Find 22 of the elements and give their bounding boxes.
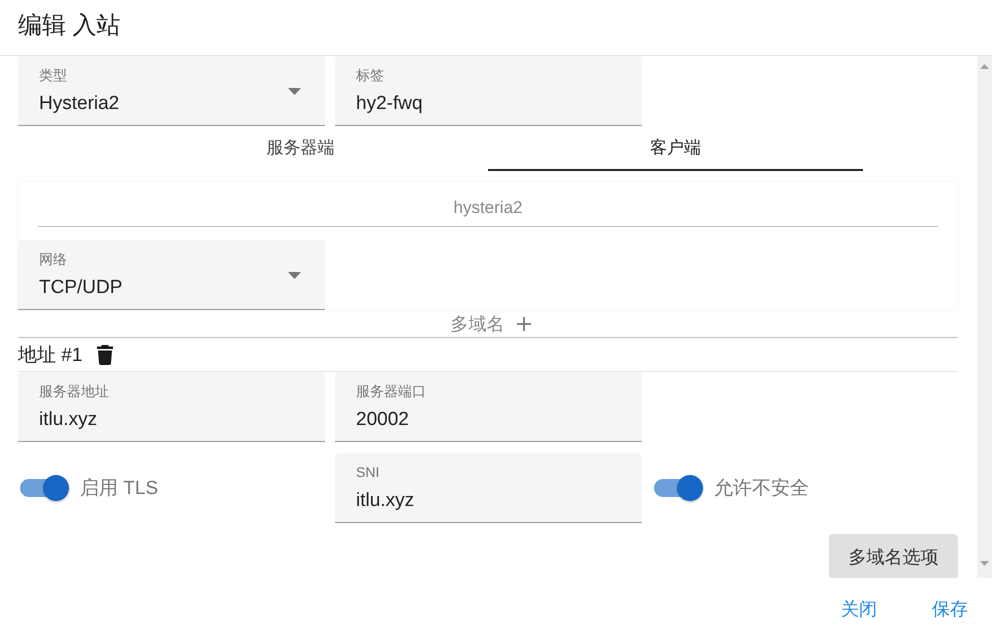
section-title: 地址 #1 [18,344,82,368]
options-button[interactable]: 多域名选项 [829,534,958,578]
caret-icon [288,272,301,279]
text-field[interactable]: 服务器端口 20002 [335,372,642,442]
select-field[interactable]: 网络 TCP/UDP [18,240,325,310]
toggle-switch[interactable] [20,475,70,501]
select-field[interactable]: 类型 Hysteria2 [18,56,325,126]
switch-label: 启用 TLS [80,477,158,501]
plus-icon [516,316,532,332]
text-button[interactable]: 关闭 [823,590,895,626]
text-field[interactable]: 服务器地址 itlu.xyz [18,372,325,442]
switch-label: 允许不安全 [714,477,809,501]
text-button[interactable]: 保存 [914,590,986,626]
toggle-switch[interactable] [654,475,704,501]
trash-icon[interactable] [97,344,114,364]
add-domain-button[interactable]: 多域名 [444,312,532,336]
tab[interactable]: 服务器端 [113,126,488,171]
text-field[interactable]: 标签 hy2-fwq [335,56,642,126]
dialog-title: 编辑 入站 [18,10,121,40]
caret-icon [288,88,301,95]
tab[interactable]: 客户端 [488,126,863,171]
text-field[interactable]: SNI itlu.xyz [335,453,642,523]
